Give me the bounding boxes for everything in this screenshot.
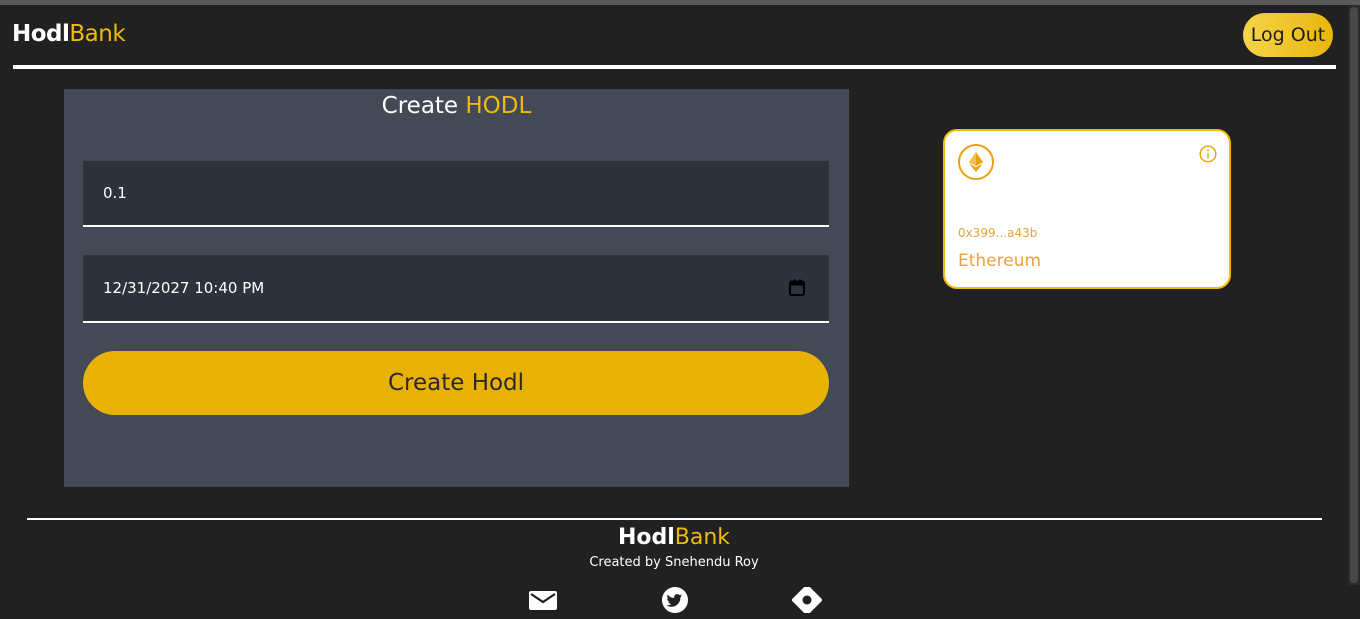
hashnode-icon[interactable] xyxy=(792,587,822,613)
mail-icon[interactable] xyxy=(528,587,558,613)
app-header: HodlBank Log Out xyxy=(12,10,1336,60)
create-hodl-button[interactable]: Create Hodl xyxy=(83,351,829,415)
footer-logo: HodlBank xyxy=(0,525,1348,550)
footer-logo-hodl: Hodl xyxy=(617,525,675,550)
calendar-icon[interactable] xyxy=(789,279,805,296)
app-logo[interactable]: HodlBank xyxy=(12,21,126,47)
header-divider xyxy=(13,65,1336,69)
panel-title-create: Create xyxy=(381,93,466,119)
info-icon[interactable] xyxy=(1199,145,1217,163)
create-hodl-panel: Create HODL Create Hodl xyxy=(64,89,849,487)
footer-credit: Created by Snehendu Roy xyxy=(589,555,759,570)
unlock-datetime-input[interactable] xyxy=(83,255,829,321)
panel-title-hodl: HODL xyxy=(465,93,532,119)
footer-logo-bank: Bank xyxy=(674,525,731,550)
wallet-address: 0x399...a43b xyxy=(958,226,1038,240)
ethereum-icon xyxy=(958,144,994,180)
window-top-border xyxy=(0,0,1360,5)
amount-field[interactable] xyxy=(83,161,829,227)
amount-input[interactable] xyxy=(83,161,829,225)
unlock-date-field[interactable] xyxy=(83,255,829,323)
panel-title: Create HODL xyxy=(64,93,849,119)
logo-bank: Bank xyxy=(69,21,126,47)
wallet-network: Ethereum xyxy=(958,251,1042,271)
wallet-card: 0x399...a43b Ethereum xyxy=(943,129,1231,289)
logo-hodl: Hodl xyxy=(12,21,70,47)
footer-divider xyxy=(27,518,1322,520)
logout-button[interactable]: Log Out xyxy=(1243,13,1333,57)
ethereum-glyph xyxy=(969,152,983,172)
twitter-icon[interactable] xyxy=(660,587,690,613)
scrollbar-thumb[interactable] xyxy=(1350,7,1358,583)
vertical-scrollbar[interactable] xyxy=(1348,5,1360,585)
